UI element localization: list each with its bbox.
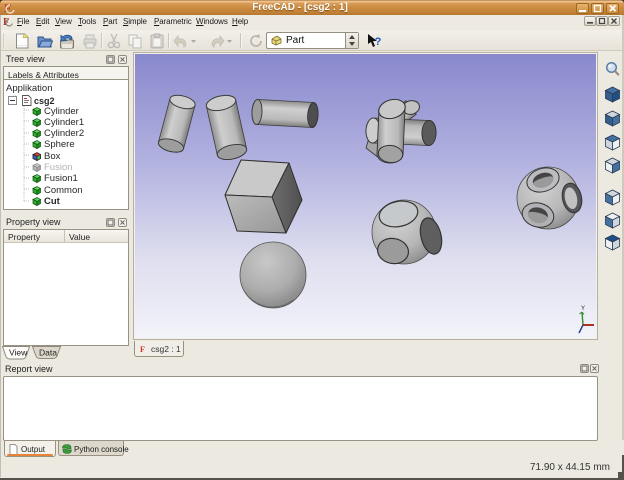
svg-text:?: ? bbox=[375, 36, 382, 48]
svg-text:Data: Data bbox=[39, 348, 57, 358]
svg-text:F: F bbox=[140, 345, 145, 353]
svg-text:View: View bbox=[9, 348, 28, 358]
svg-text:Y: Y bbox=[581, 306, 585, 312]
